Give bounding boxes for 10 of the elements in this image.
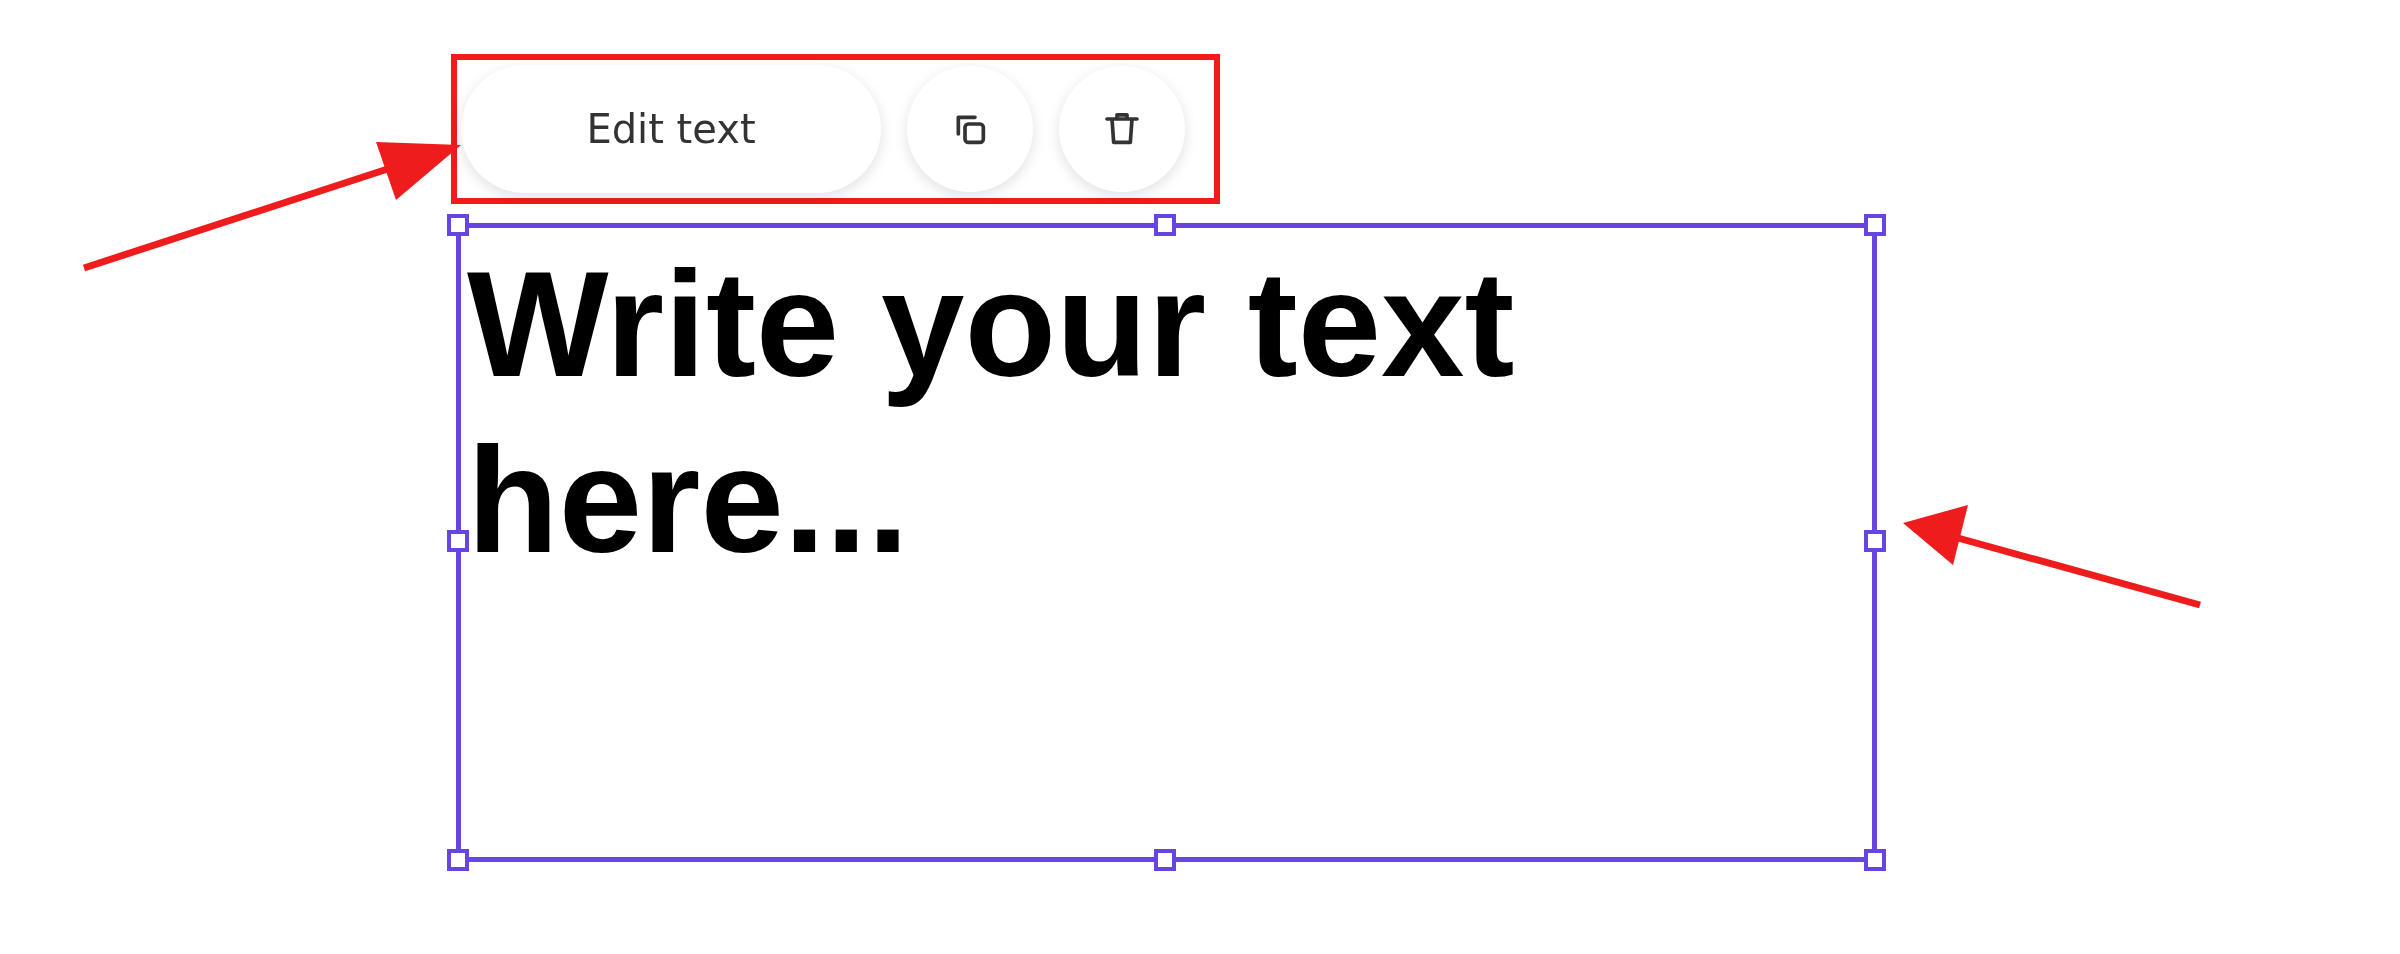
- resize-handle[interactable]: [1864, 530, 1886, 552]
- edit-text-button[interactable]: Edit text: [461, 65, 881, 193]
- resize-handle[interactable]: [1154, 214, 1176, 236]
- resize-handle[interactable]: [1154, 849, 1176, 871]
- resize-handle[interactable]: [447, 214, 469, 236]
- heading-text[interactable]: Write your text here...: [461, 228, 1767, 588]
- resize-handle[interactable]: [447, 849, 469, 871]
- resize-handle[interactable]: [1864, 214, 1886, 236]
- resize-handle[interactable]: [1864, 849, 1886, 871]
- resize-handle[interactable]: [447, 530, 469, 552]
